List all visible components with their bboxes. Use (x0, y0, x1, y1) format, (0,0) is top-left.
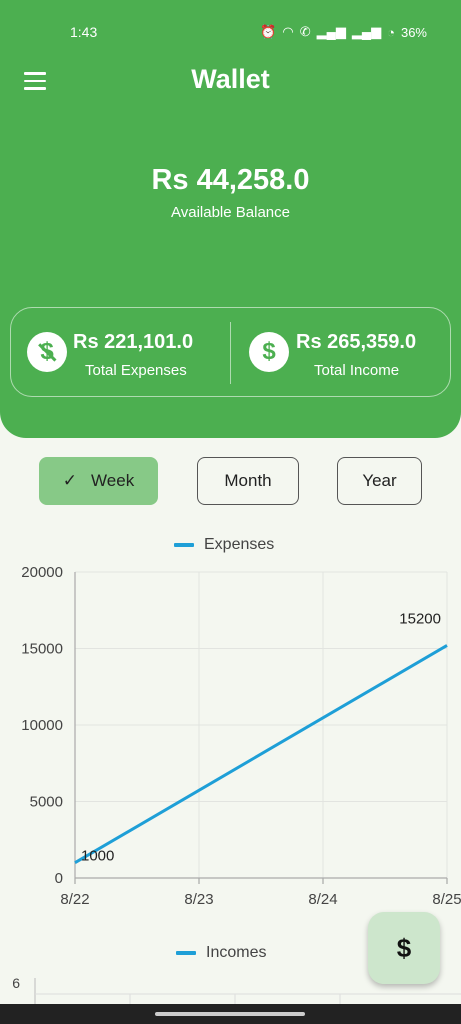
total-income-label: Total Income (314, 362, 400, 379)
expenses-legend-label: Expenses (204, 536, 275, 553)
available-balance-label: Available Balance (171, 204, 290, 221)
status-icons: ⏰ ◠ ✆ ▂▄▆ ▂▄▆ ◔ 36% (260, 24, 427, 40)
y-tick-label: 0 (55, 870, 63, 887)
available-balance-amount: Rs 44,258.0 (151, 164, 310, 196)
x-tick-label: 8/24 (308, 891, 337, 908)
status-time: 1:43 (70, 24, 98, 40)
expenses-legend-swatch (174, 543, 194, 547)
total-expenses-label: Total Expenses (85, 362, 187, 379)
summary-card: $ Rs 221,101.0 Total Expenses $ Rs 265,3… (10, 307, 451, 397)
battery-icon: ◔ (387, 24, 395, 40)
home-handle[interactable] (155, 1012, 305, 1016)
call-icon: ✆ (299, 24, 311, 39)
period-week-button[interactable]: ✓ Week (39, 457, 158, 505)
data-label: 1000 (81, 848, 114, 865)
y-tick-label: 5000 (30, 794, 63, 811)
total-expenses-amount: Rs 221,101.0 (73, 331, 194, 353)
status-bar: 1:43 ⏰ ◠ ✆ ▂▄▆ ▂▄▆ ◔ 36% (0, 0, 461, 60)
x-tick-label: 8/25 (432, 891, 461, 908)
no-money-icon: $ (27, 332, 67, 372)
dollar-icon: $ (249, 332, 289, 372)
signal-icon: ▂▄▆ (316, 24, 346, 39)
incomes-ytick-label: 6 (12, 975, 20, 991)
expenses-legend: Expenses (174, 536, 274, 554)
period-month-button[interactable]: Month (197, 457, 299, 505)
battery-level: 36% (400, 24, 427, 40)
summary-divider (230, 322, 231, 384)
data-label: 15200 (399, 610, 441, 627)
x-tick-label: 8/22 (60, 891, 89, 908)
alarm-icon: ⏰ (260, 24, 277, 39)
total-income-amount: Rs 265,359.0 (296, 331, 417, 353)
incomes-legend: Incomes (176, 944, 266, 962)
expenses-chart: 0 5000 10000 15000 20000 8/22 8/23 8/24 8/25 1000… (21, 564, 461, 908)
check-icon: ✓ (62, 471, 78, 490)
period-year-button[interactable]: Year (337, 457, 422, 505)
incomes-legend-label: Incomes (206, 944, 267, 961)
x-tick-label: 8/23 (184, 891, 213, 908)
wifi-icon: ◠ (282, 24, 294, 39)
y-tick-label: 10000 (21, 717, 63, 734)
app-title: Wallet (191, 64, 270, 94)
add-transaction-button[interactable]: $ (368, 912, 440, 984)
dollar-icon: $ (396, 932, 412, 963)
incomes-legend-swatch (176, 951, 196, 955)
period-month-label: Month (224, 471, 272, 490)
header-panel: 1:43 ⏰ ◠ ✆ ▂▄▆ ▂▄▆ ◔ 36% Wallet Rs 44,25… (0, 0, 461, 438)
y-tick-label: 15000 (21, 641, 63, 658)
expenses-series-line (74, 644, 448, 864)
navigation-bar (0, 1004, 461, 1024)
period-year-label: Year (362, 471, 397, 490)
y-tick-label: 20000 (21, 564, 63, 581)
period-week-label: Week (91, 471, 135, 490)
signal-icon-2: ▂▄▆ (351, 24, 382, 39)
